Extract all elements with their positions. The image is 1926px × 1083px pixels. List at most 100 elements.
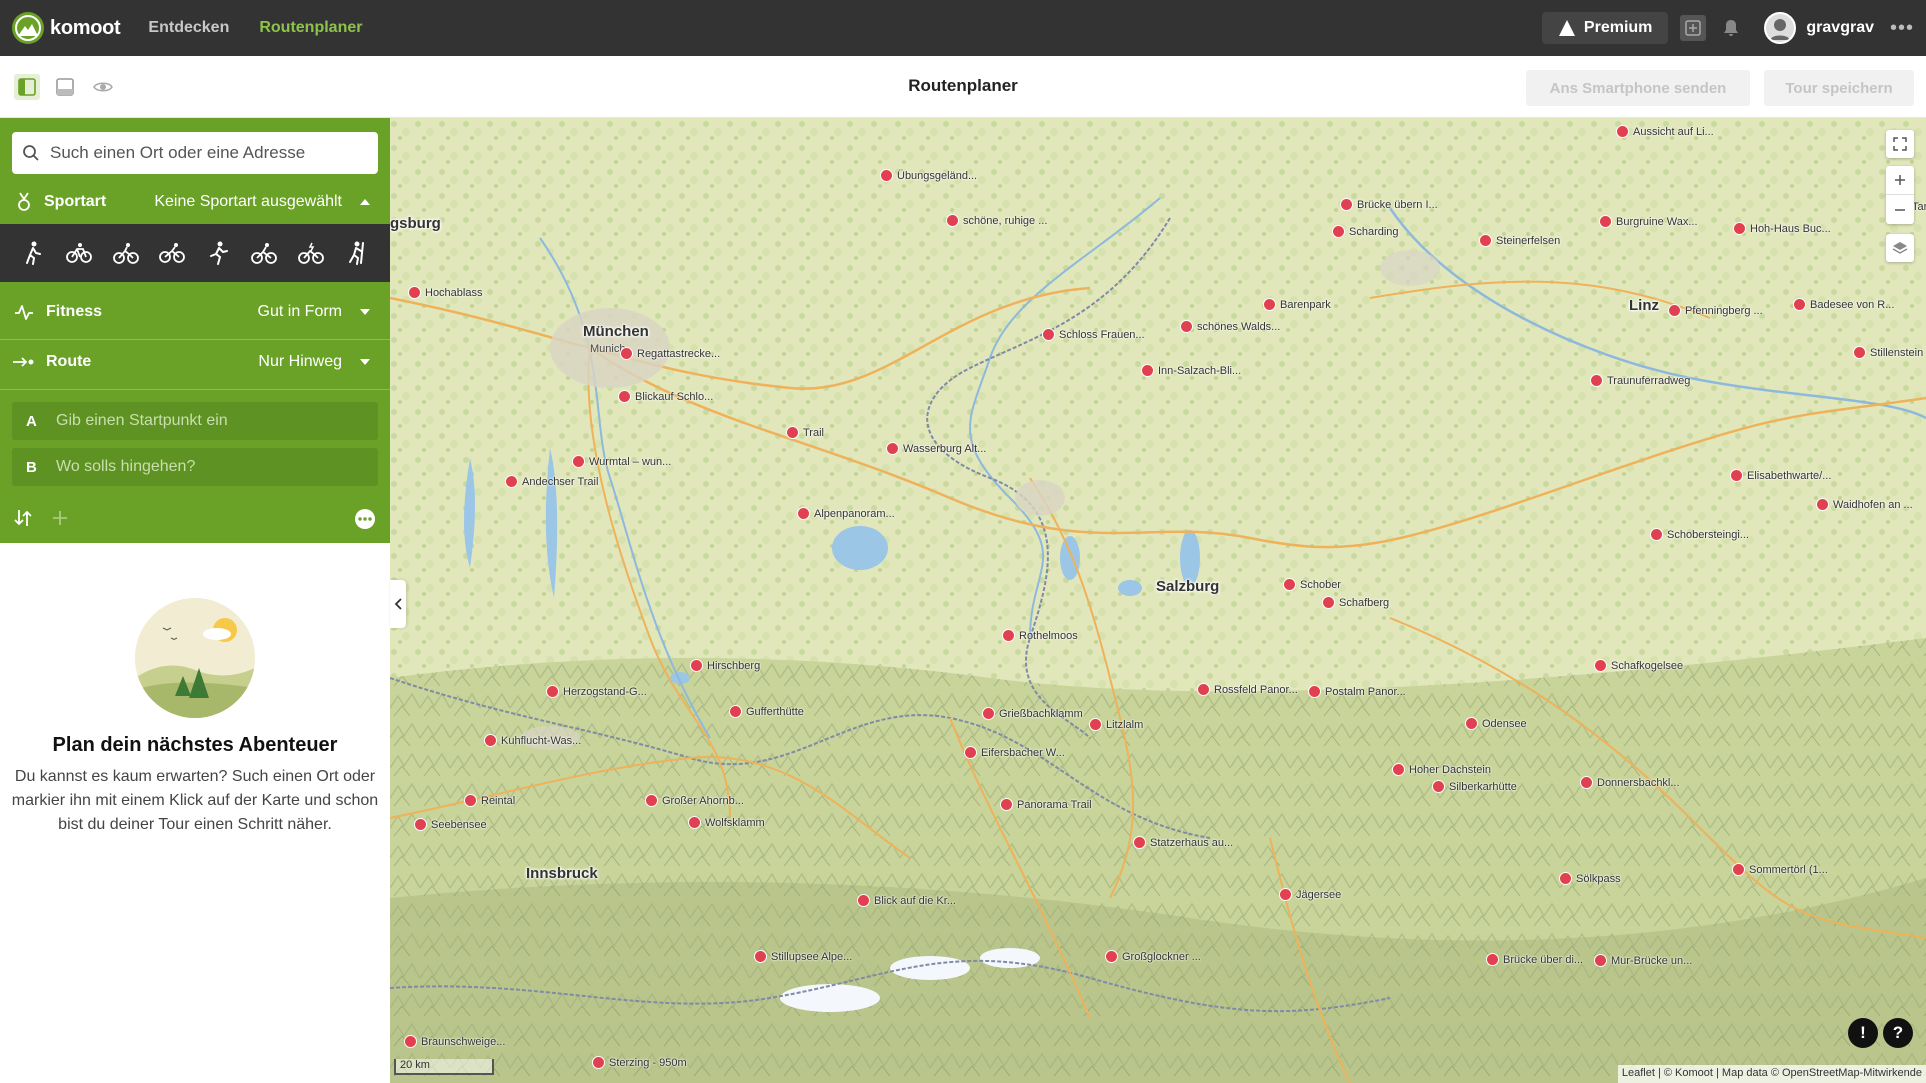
collapse-sidebar-button[interactable] [390,580,406,628]
send-to-smartphone-button[interactable]: Ans Smartphone senden [1526,70,1750,106]
poi-marker[interactable]: Eifersbacher W... [964,746,1065,759]
view-toggle-button[interactable] [90,74,116,100]
poi-marker[interactable]: Hochablass [408,286,482,299]
poi-marker[interactable]: Postalm Panor... [1308,685,1406,698]
poi-marker[interactable]: Wurmtal – wun... [572,455,671,468]
nav-link-entdecken[interactable]: Entdecken [148,19,229,37]
poi-marker[interactable]: Sommertörl (1... [1732,863,1828,876]
more-menu-icon[interactable]: ••• [1890,17,1914,40]
poi-marker[interactable]: Stillupsee Alpe... [754,950,852,963]
poi-marker[interactable]: Reintal [464,794,515,807]
poi-marker[interactable]: Blick auf die Kr... [857,894,956,907]
more-options-icon[interactable] [354,508,376,530]
poi-marker[interactable]: Barenpark [1263,298,1331,311]
poi-marker[interactable]: Stillenstein [1853,346,1923,359]
poi-marker[interactable]: Schafberg [1322,596,1389,609]
poi-marker[interactable]: Silberkarhütte [1432,780,1517,793]
poi-marker[interactable]: Steinerfelsen [1479,234,1560,247]
notifications-button[interactable] [1718,15,1744,41]
poi-marker[interactable]: Burgruine Wax... [1599,215,1698,228]
poi-marker[interactable]: Schober [1283,578,1341,591]
mountain-bike-icon[interactable] [112,239,140,267]
poi-marker[interactable]: Traunuferradweg [1590,374,1690,387]
poi-marker[interactable]: Großglockner ... [1105,950,1201,963]
bike-touring-icon[interactable] [65,239,93,267]
poi-marker[interactable]: Waidhofen an ... [1816,498,1913,511]
poi-marker[interactable]: Jägersee [1279,888,1341,901]
poi-marker[interactable]: Alpenpanoram... [797,507,895,520]
komoot-logo[interactable]: komoot [12,12,121,44]
poi-marker[interactable]: Hoh-Haus Buc... [1733,222,1831,235]
poi-marker[interactable]: Trail [786,426,824,439]
poi-marker[interactable]: Gufferthütte [729,705,804,718]
poi-marker[interactable]: Hoher Dachstein [1392,763,1491,776]
road-bike-icon[interactable] [158,239,186,267]
poi-marker[interactable]: Badesee von R... [1793,298,1894,311]
avatar[interactable] [1764,12,1797,44]
waypoint-start[interactable]: A Gib einen Startpunkt ein [12,402,378,440]
poi-marker[interactable]: Brücke übern I... [1340,198,1438,211]
swap-waypoints-icon[interactable] [14,508,32,528]
poi-marker[interactable]: Litzlalm [1089,718,1143,731]
poi-marker[interactable]: Rothelmoos [1002,629,1078,642]
bottom-panel-toggle-button[interactable] [52,74,78,100]
poi-marker[interactable]: Mur-Brücke un... [1594,954,1692,967]
poi-marker[interactable]: Statzerhaus au... [1133,836,1233,849]
poi-marker[interactable]: Großer Ahornb... [645,794,744,807]
poi-marker[interactable]: Schloss Frauen... [1042,328,1145,341]
poi-marker[interactable]: Elisabethwarte/... [1730,469,1831,482]
search-input[interactable] [50,143,360,163]
poi-marker[interactable]: Schobersteingi... [1650,528,1749,541]
poi-marker[interactable]: Inn-Salzach-Bli... [1141,364,1241,377]
gravel-bike-icon[interactable] [250,239,278,267]
sidebar-toggle-button[interactable] [14,74,40,100]
waypoint-destination[interactable]: B Wo solls hingehen? [12,448,378,486]
poi-marker[interactable]: Hirschberg [690,659,760,672]
poi-marker[interactable]: Panorama Trail [1000,798,1092,811]
save-tour-button[interactable]: Tour speichern [1764,70,1914,106]
e-mountain-bike-icon[interactable] [297,239,325,267]
fitness-selector[interactable]: Fitness Gut in Form [0,288,390,336]
add-button[interactable] [1680,15,1707,41]
poi-marker[interactable]: Kuhflucht-Was... [484,734,581,747]
poi-marker[interactable]: Wolfsklamm [688,816,765,829]
poi-marker[interactable]: Seebensee [414,818,487,831]
zoom-out-button[interactable] [1886,195,1914,224]
poi-marker[interactable]: Odensee [1465,717,1527,730]
poi-marker[interactable]: Rossfeld Panor... [1197,683,1298,696]
report-issue-icon[interactable]: ! [1848,1018,1878,1048]
poi-marker[interactable]: Aussicht auf Li... [1616,125,1714,138]
add-waypoint-icon[interactable] [52,510,68,526]
poi-marker[interactable]: Übungsgeländ... [880,169,977,182]
poi-marker[interactable]: Pfenningberg ... [1668,304,1763,317]
mountaineering-icon[interactable] [343,239,371,267]
running-icon[interactable] [204,239,232,267]
poi-marker[interactable]: Sölkpass [1559,872,1621,885]
poi-marker[interactable]: Donnersbachkl... [1580,776,1680,789]
map-layers-button[interactable] [1886,234,1914,262]
map-attribution[interactable]: Leaflet | © Komoot | Map data © OpenStre… [1617,1065,1926,1083]
help-icon[interactable]: ? [1883,1018,1913,1048]
poi-marker[interactable]: Braunschweige... [404,1035,505,1048]
poi-marker[interactable]: Andechser Trail [505,475,598,488]
poi-marker[interactable]: schönes Walds... [1180,320,1280,333]
poi-marker[interactable]: Scharding [1332,225,1399,238]
poi-marker[interactable]: Sterzing - 950m [592,1056,687,1069]
poi-marker[interactable]: schöne, ruhige ... [946,214,1047,227]
fullscreen-button[interactable] [1886,130,1914,158]
sport-type-selector[interactable]: Sportart Keine Sportart ausgewählt [0,178,390,226]
poi-marker[interactable]: Brücke über di... [1486,953,1583,966]
poi-marker[interactable]: Herzogstand-G... [546,685,647,698]
poi-marker[interactable]: Regattastrecke... [620,347,720,360]
route-type-selector[interactable]: Route Nur Hinweg [0,338,390,386]
map[interactable]: gsburg München Munich Salzburg Linz Inns… [390,118,1926,1083]
zoom-in-button[interactable] [1886,166,1914,195]
poi-marker[interactable]: Schafkogelsee [1594,659,1683,672]
nav-link-routenplaner[interactable]: Routenplaner [259,19,362,37]
user-name[interactable]: gravgrav [1806,19,1874,37]
premium-button[interactable]: Premium [1541,12,1669,44]
poi-marker[interactable]: Grießbachklamm [982,707,1083,720]
poi-marker[interactable]: Blickauf Schlo... [618,390,713,403]
poi-marker[interactable]: Wasserburg Alt... [886,442,986,455]
hiking-icon[interactable] [19,239,47,267]
